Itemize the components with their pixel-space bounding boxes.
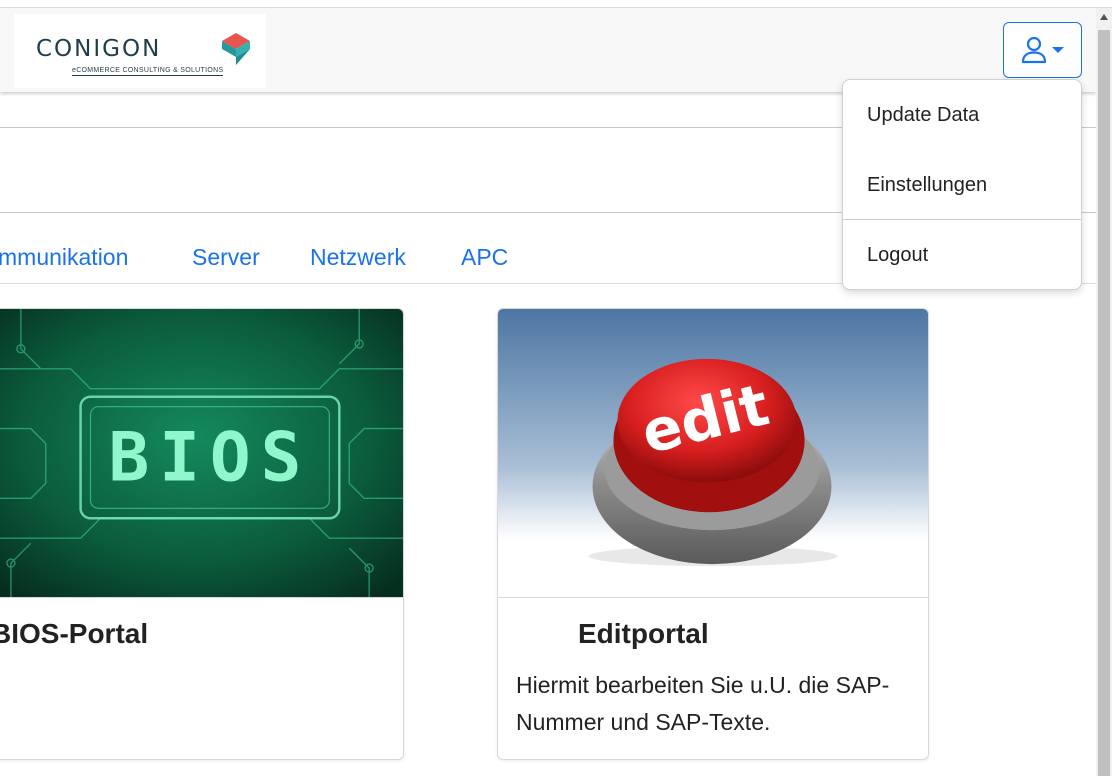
bios-image-text: BIOS [109,417,312,496]
tab-server[interactable]: Server [192,244,260,271]
bios-circuit-image[interactable]: BIOS [0,309,403,598]
tab-netzwerk[interactable]: Netzwerk [310,244,406,271]
menu-item-update-data[interactable]: Update Data [843,80,1081,150]
menu-item-einstellungen[interactable]: Einstellungen [843,150,1081,220]
card-title[interactable]: BIOS-Portal [0,618,148,650]
editportal-card[interactable]: edit Editportal Hiermit bearbeiten Sie u… [497,308,929,760]
logo-tagline: eCOMMERCE CONSULTING & SOLUTIONS [72,67,224,76]
window-top-edge [0,0,1112,8]
scrollbar-thumb[interactable] [1098,30,1110,776]
user-icon [1021,36,1046,64]
logo-mark-icon [222,33,250,65]
bios-portal-card[interactable]: BIOS BIOS-Portal [0,308,404,760]
card-title[interactable]: Editportal [578,618,709,650]
logo-wordmark: CONIGON [36,36,162,62]
logo[interactable]: CONIGON eCOMMERCE CONSULTING & SOLUTIONS [14,14,266,88]
vertical-scrollbar[interactable] [1096,8,1112,776]
menu-item-logout[interactable]: Logout [843,220,1081,290]
user-menu-button[interactable] [1003,22,1082,78]
scroll-up-arrow-icon[interactable] [1096,8,1112,25]
edit-button-image[interactable]: edit [498,309,928,598]
caret-down-icon [1051,47,1064,53]
card-description: Hiermit bearbeiten Sie u.U. die SAP-Numm… [516,672,890,735]
page: CONIGON eCOMMERCE CONSULTING & SOLUTIONS… [0,0,1112,776]
user-dropdown-menu: Update Data Einstellungen Logout [842,79,1082,290]
tab-kommunikation[interactable]: mmunikation [0,244,128,271]
tab-apc[interactable]: APC [461,244,508,271]
